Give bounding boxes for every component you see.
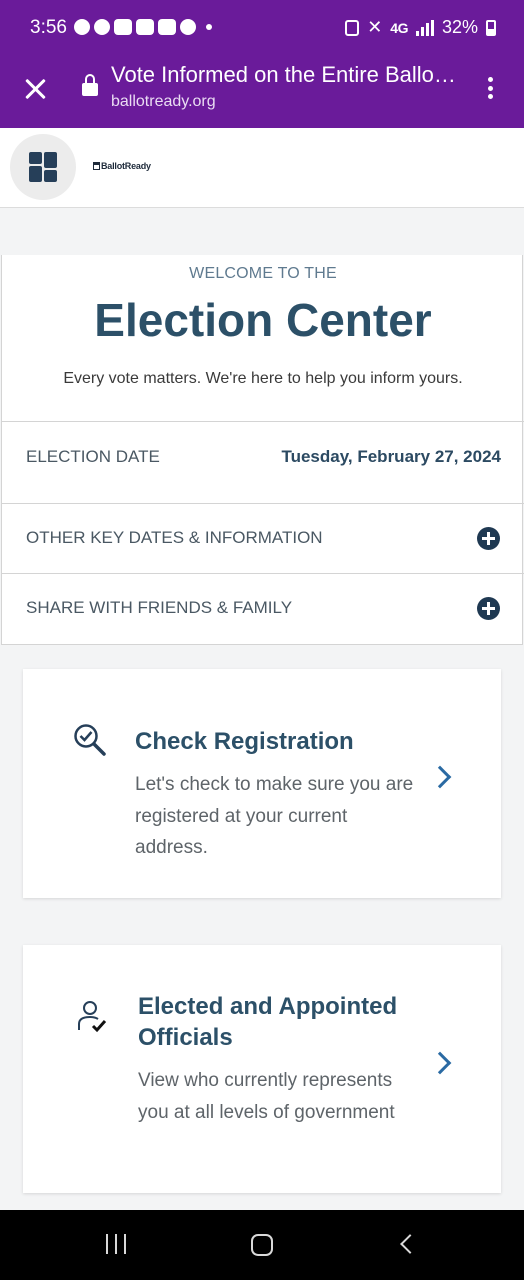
message-icon <box>94 19 110 35</box>
browser-toolbar: 3:56 ✕ 4G 32% Vote Informed on the Entir… <box>0 0 524 128</box>
check-registration-card[interactable]: Check Registration Let's check to make s… <box>23 669 501 898</box>
custom-tab-header: Vote Informed on the Entire Ballot | Bal… <box>0 56 524 128</box>
system-nav-bar <box>0 1210 524 1280</box>
card-description: View who currently represents you at all… <box>138 1070 395 1123</box>
more-notifications-icon <box>206 24 212 30</box>
overflow-menu-icon[interactable] <box>482 74 498 102</box>
account-icon <box>180 19 196 35</box>
status-bar: 3:56 ✕ 4G 32% <box>0 0 524 56</box>
webtoon-icon <box>114 19 132 35</box>
webtoon-icon <box>136 19 154 35</box>
share-label: SHARE WITH FRIENDS & FAMILY <box>26 598 293 617</box>
election-date-value: Tuesday, February 27, 2024 <box>281 447 501 466</box>
page-url[interactable]: ballotready.org <box>111 93 216 111</box>
page-title[interactable]: Vote Informed on the Entire Ballot | Bal… <box>111 62 456 88</box>
app-grid-icon[interactable] <box>10 134 76 200</box>
expand-plus-icon[interactable] <box>477 597 500 620</box>
search-check-icon <box>74 724 106 756</box>
person-check-icon <box>78 1001 107 1033</box>
notification-icons <box>74 19 212 35</box>
network-type: 4G <box>390 19 408 36</box>
election-date-row: ELECTION DATE Tuesday, February 27, 2024 <box>2 421 524 503</box>
card-title: Elected and Appointed Officials <box>138 993 398 1051</box>
election-date-label: ELECTION DATE <box>26 447 160 466</box>
battery-percent: 32% <box>441 17 478 37</box>
signal-icon <box>415 19 434 36</box>
ballot-box-icon <box>93 162 100 170</box>
alarm-icon <box>345 19 360 36</box>
expand-plus-icon[interactable] <box>477 527 500 550</box>
card-description: Let's check to make sure you are registe… <box>135 774 414 858</box>
system-icons: ✕ 4G 32% <box>345 17 496 38</box>
recents-icon[interactable] <box>106 1234 126 1254</box>
card-title: Check Registration <box>135 728 354 755</box>
lock-icon[interactable] <box>82 74 98 96</box>
webtoon-icon <box>158 19 176 35</box>
chat-icon <box>74 19 90 35</box>
site-header: BallotReady <box>0 128 524 208</box>
logo-text: BallotReady <box>101 161 151 171</box>
ballotready-logo[interactable]: BallotReady <box>93 161 151 171</box>
back-icon[interactable] <box>400 1234 420 1254</box>
election-center-card: WELCOME TO THE Election Center Every vot… <box>1 255 524 645</box>
status-time: 3:56 <box>30 17 67 38</box>
elected-officials-card[interactable]: Elected and Appointed Officials View who… <box>23 945 501 1193</box>
chevron-right-icon[interactable] <box>428 1051 452 1075</box>
election-center-subtitle: Every vote matters. We're here to help y… <box>63 370 463 387</box>
chevron-right-icon[interactable] <box>428 765 452 789</box>
mute-icon: ✕ <box>367 17 383 37</box>
share-row[interactable]: SHARE WITH FRIENDS & FAMILY <box>2 573 524 644</box>
election-center-title: Election Center <box>94 294 432 346</box>
key-dates-row[interactable]: OTHER KEY DATES & INFORMATION <box>2 503 524 573</box>
key-dates-label: OTHER KEY DATES & INFORMATION <box>26 528 323 547</box>
close-icon[interactable] <box>20 74 50 104</box>
battery-icon <box>486 19 496 36</box>
home-icon[interactable] <box>251 1234 273 1256</box>
welcome-label: WELCOME TO THE <box>189 265 337 282</box>
